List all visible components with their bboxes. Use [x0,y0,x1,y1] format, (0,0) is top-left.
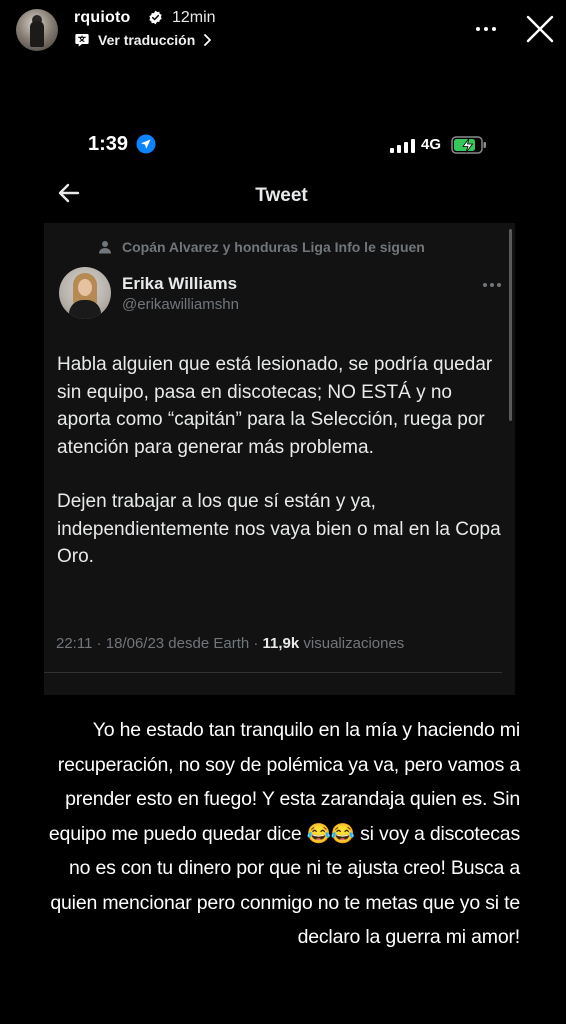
caption-line: quien mencionar pero conmigo no te metas… [50,891,520,914]
battery-charging-icon [451,136,486,154]
avatar-body [69,300,101,319]
tweet-more-icon[interactable] [483,283,501,289]
close-icon[interactable] [524,13,556,45]
caption-line: equipo me puedo quedar dice 😂😂 si voy a … [48,822,520,845]
verified-icon [149,10,162,25]
social-context-text: Copán Alvarez y honduras Liga Info le si… [122,239,425,255]
network-type: 4G [421,136,442,153]
tweet-views-label: visualizaciones [299,635,405,652]
tweet-datetime: 22:11 · 18/06/23 desde Earth · [56,635,263,652]
tweet-paragraph: Dejen trabajar a los que sí están y ya, … [57,491,501,567]
divider [44,672,502,673]
social-context: Copán Alvarez y honduras Liga Info le si… [98,239,425,255]
location-arrow-icon [136,134,156,154]
story-caption: Yo he estado tan tranquilo en la mía y h… [18,713,520,955]
tweet-body: Habla alguien que está lesionado, se pod… [57,351,507,598]
translate-label: Ver traducción [98,32,196,48]
translate-icon [75,34,89,47]
author-avatar[interactable] [59,267,111,319]
scrollbar[interactable] [509,229,512,421]
story-header: rquioto 12min Ver traducción [0,0,566,64]
chevron-right-icon [204,34,212,46]
signal-icon [390,139,415,153]
caption-line: prender esto en fuego! Y esta zarandaja … [65,788,520,810]
author-name[interactable]: Erika Williams [122,274,237,294]
avatar-face [78,279,92,296]
tweet-views-count: 11,9k [262,635,300,652]
caption-line: no es con tu dinero por que ni te ajusta… [69,857,520,879]
translate-button[interactable]: Ver traducción [74,31,213,49]
status-bar-time: 1:39 [88,133,129,155]
author-handle[interactable]: @erikawilliamshn [122,296,239,313]
tweet-paragraph: Habla alguien que está lesionado, se pod… [57,354,493,458]
caption-line: recuperación, no soy de polémica ya va, … [57,753,520,776]
story-time: 12min [172,9,216,26]
tweet-meta: 22:11 · 18/06/23 desde Earth · 11,9k vis… [56,635,404,652]
nav-title: Tweet [255,185,308,206]
avatar-figure [30,21,44,47]
more-icon[interactable] [474,19,498,39]
caption-line: Yo he estado tan tranquilo en la mía y h… [92,719,520,741]
caption-line: declaro la guerra mi amor! [297,926,521,948]
tweet-screenshot: 1:39 4G Tweet Copán Alvarez y honduras L… [44,115,515,695]
person-icon [99,241,111,254]
username[interactable]: rquioto [74,9,131,27]
user-avatar[interactable] [16,9,58,51]
